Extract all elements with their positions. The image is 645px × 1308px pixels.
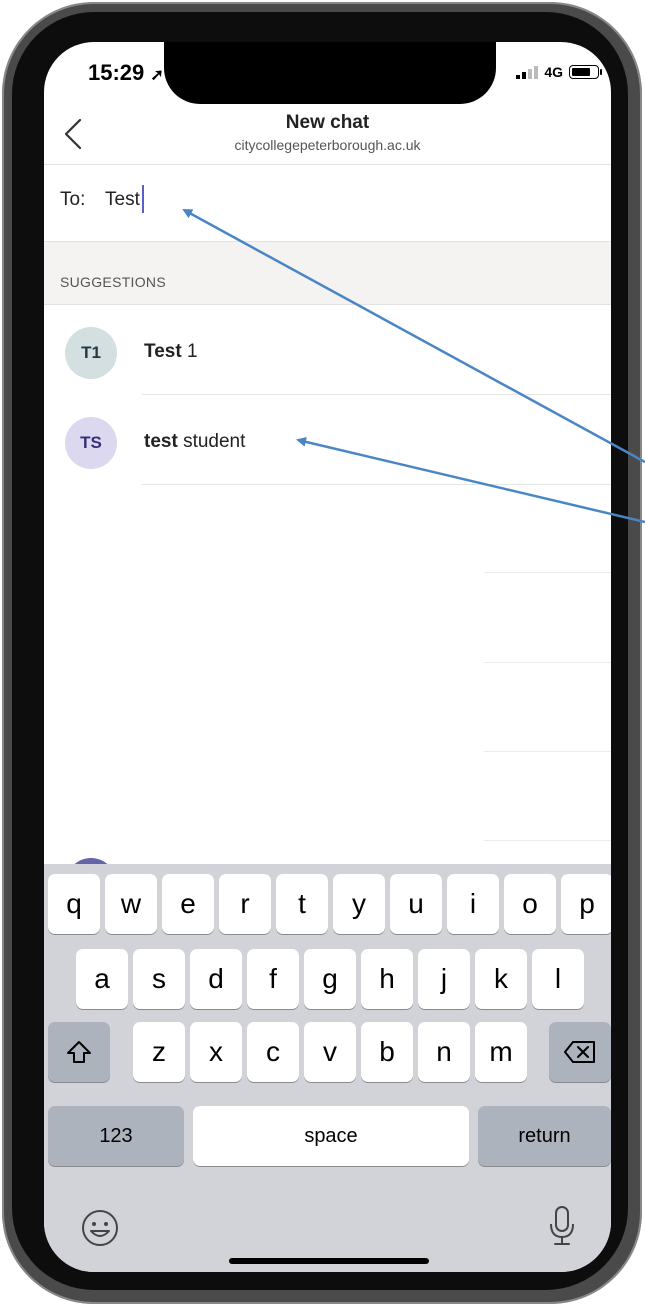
- suggestion-name: test student: [144, 431, 245, 453]
- on-screen-keyboard: qwertyuiop asdfghjkl zxcvbnm 123 space r…: [44, 864, 611, 1272]
- key-m[interactable]: m: [475, 1022, 527, 1082]
- key-w[interactable]: w: [105, 874, 157, 934]
- key-u[interactable]: u: [390, 874, 442, 934]
- avatar: T1: [65, 327, 117, 379]
- page-title: New chat: [285, 112, 370, 133]
- key-l[interactable]: l: [532, 949, 584, 1009]
- emoji-button[interactable]: [80, 1208, 120, 1253]
- suggestions-label: SUGGESTIONS: [60, 274, 166, 290]
- key-a[interactable]: a: [76, 949, 128, 1009]
- key-d[interactable]: d: [190, 949, 242, 1009]
- key-v[interactable]: v: [304, 1022, 356, 1082]
- battery-fill: [572, 68, 590, 76]
- status-time: 15:29 ➚: [88, 60, 164, 86]
- key-o[interactable]: o: [504, 874, 556, 934]
- signal-icon: [516, 65, 539, 79]
- key-s[interactable]: s: [133, 949, 185, 1009]
- notch: [164, 42, 496, 104]
- key-q[interactable]: q: [48, 874, 100, 934]
- suggestion-item-test-1[interactable]: T1 Test 1: [44, 305, 611, 395]
- page-subtitle: citycollegepeterborough.ac.uk: [234, 137, 421, 153]
- key-b[interactable]: b: [361, 1022, 413, 1082]
- recipient-input[interactable]: [105, 185, 545, 215]
- key-y[interactable]: y: [333, 874, 385, 934]
- key-j[interactable]: j: [418, 949, 470, 1009]
- avatar-initials: T1: [81, 343, 101, 362]
- backspace-icon: [564, 1041, 595, 1063]
- phone-screen: 15:29 ➚ 4G New chat citycollegepeterboro…: [44, 42, 611, 1272]
- background-divider: [484, 751, 611, 752]
- delete-key[interactable]: [549, 1022, 611, 1082]
- suggestion-item-test-student[interactable]: TS test student: [44, 395, 611, 485]
- background-divider: [484, 840, 611, 841]
- microphone-icon: [550, 1206, 574, 1245]
- home-indicator: [229, 1258, 429, 1264]
- key-c[interactable]: c: [247, 1022, 299, 1082]
- status-time-text: 15:29: [88, 60, 145, 85]
- key-r[interactable]: r: [219, 874, 271, 934]
- key-h[interactable]: h: [361, 949, 413, 1009]
- key-t[interactable]: t: [276, 874, 328, 934]
- dictation-button[interactable]: [547, 1204, 577, 1253]
- key-i[interactable]: i: [447, 874, 499, 934]
- background-divider: [484, 572, 611, 573]
- key-k[interactable]: k: [475, 949, 527, 1009]
- key-z[interactable]: z: [133, 1022, 185, 1082]
- numbers-key[interactable]: 123: [48, 1106, 184, 1166]
- suggestion-name: Test 1: [144, 341, 198, 363]
- recipient-row: To:: [44, 165, 611, 242]
- suggestions-header: SUGGESTIONS: [44, 242, 611, 305]
- key-n[interactable]: n: [418, 1022, 470, 1082]
- key-x[interactable]: x: [190, 1022, 242, 1082]
- return-key[interactable]: return: [478, 1106, 611, 1166]
- name-rest: 1: [181, 341, 198, 362]
- divider: [142, 484, 611, 485]
- text-caret: [142, 185, 144, 213]
- key-e[interactable]: e: [162, 874, 214, 934]
- name-match: test: [144, 431, 178, 452]
- status-indicators: 4G: [516, 64, 602, 80]
- key-f[interactable]: f: [247, 949, 299, 1009]
- avatar-initials: TS: [80, 433, 102, 452]
- space-key[interactable]: space: [193, 1106, 469, 1166]
- key-p[interactable]: p: [561, 874, 611, 934]
- battery-icon: [569, 65, 602, 79]
- to-label: To:: [60, 189, 86, 210]
- shift-icon: [67, 1041, 91, 1063]
- location-arrow-icon: ➚: [150, 67, 164, 84]
- shift-key[interactable]: [48, 1022, 110, 1082]
- network-label: 4G: [544, 64, 563, 80]
- name-match: Test: [144, 341, 182, 362]
- background-divider: [484, 662, 611, 663]
- name-rest: student: [177, 431, 246, 452]
- emoji-icon: [82, 1210, 118, 1246]
- avatar: TS: [65, 417, 117, 469]
- chat-header: New chat citycollegepeterborough.ac.uk: [44, 102, 611, 165]
- key-g[interactable]: g: [304, 949, 356, 1009]
